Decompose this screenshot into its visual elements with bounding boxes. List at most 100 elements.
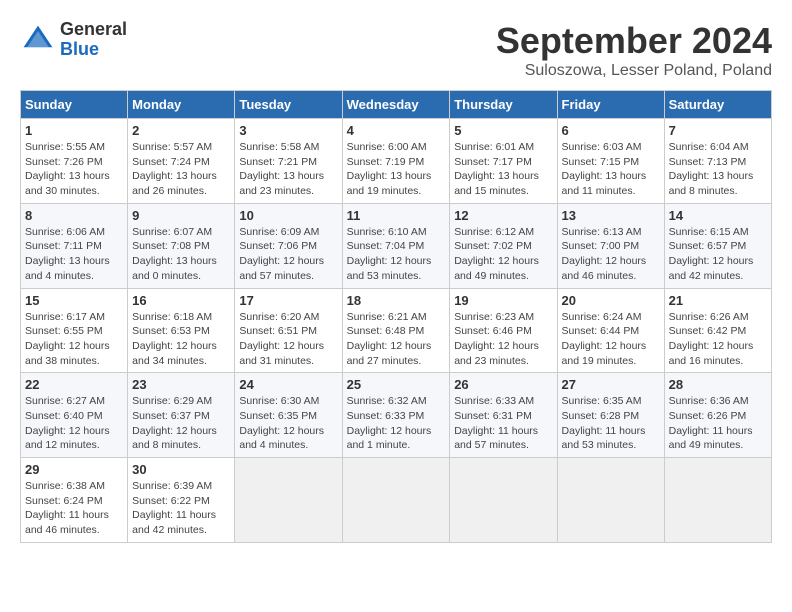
calendar-day-cell: 22 Sunrise: 6:27 AMSunset: 6:40 PMDayligh…	[21, 373, 128, 458]
calendar-header-row: SundayMondayTuesdayWednesdayThursdayFrid…	[21, 91, 772, 119]
day-detail: Sunrise: 6:06 AMSunset: 7:11 PMDaylight:…	[25, 225, 123, 284]
day-detail: Sunrise: 6:18 AMSunset: 6:53 PMDaylight:…	[132, 310, 230, 369]
day-number: 16	[132, 293, 230, 308]
day-detail: Sunrise: 6:29 AMSunset: 6:37 PMDaylight:…	[132, 394, 230, 453]
calendar-day-cell: 29 Sunrise: 6:38 AMSunset: 6:24 PMDayligh…	[21, 458, 128, 543]
day-detail: Sunrise: 6:36 AMSunset: 6:26 PMDaylight:…	[669, 394, 767, 453]
day-detail: Sunrise: 6:07 AMSunset: 7:08 PMDaylight:…	[132, 225, 230, 284]
logo-text: General Blue	[60, 20, 127, 60]
calendar-day-cell: 19Sunrise: 6:23 AMSunset: 6:46 PMDayligh…	[450, 288, 557, 373]
calendar-day-cell: 15 Sunrise: 6:17 AMSunset: 6:55 PMDayligh…	[21, 288, 128, 373]
calendar-day-cell	[557, 458, 664, 543]
calendar-day-cell: 13 Sunrise: 6:13 AMSunset: 7:00 PMDayligh…	[557, 203, 664, 288]
calendar-day-cell: 21 Sunrise: 6:26 AMSunset: 6:42 PMDayligh…	[664, 288, 771, 373]
day-number: 14	[669, 208, 767, 223]
day-detail: Sunrise: 6:20 AMSunset: 6:51 PMDaylight:…	[239, 310, 337, 369]
day-detail: Sunrise: 6:33 AMSunset: 6:31 PMDaylight:…	[454, 394, 552, 453]
calendar-day-cell: 24 Sunrise: 6:30 AMSunset: 6:35 PMDayligh…	[235, 373, 342, 458]
day-number: 12	[454, 208, 552, 223]
day-detail: Sunrise: 6:24 AMSunset: 6:44 PMDaylight:…	[562, 310, 660, 369]
calendar-day-cell: 23 Sunrise: 6:29 AMSunset: 6:37 PMDayligh…	[128, 373, 235, 458]
day-number: 18	[347, 293, 446, 308]
calendar-day-cell: 4 Sunrise: 6:00 AMSunset: 7:19 PMDaylight…	[342, 119, 450, 204]
calendar-day-header: Sunday	[21, 91, 128, 119]
day-number: 11	[347, 208, 446, 223]
day-detail: Sunrise: 6:15 AMSunset: 6:57 PMDaylight:…	[669, 225, 767, 284]
day-detail: Sunrise: 6:09 AMSunset: 7:06 PMDaylight:…	[239, 225, 337, 284]
day-number: 4	[347, 123, 446, 138]
day-detail: Sunrise: 6:12 AMSunset: 7:02 PMDaylight:…	[454, 225, 552, 284]
calendar-week-row: 15 Sunrise: 6:17 AMSunset: 6:55 PMDayligh…	[21, 288, 772, 373]
day-number: 24	[239, 377, 337, 392]
calendar-day-cell: 8 Sunrise: 6:06 AMSunset: 7:11 PMDaylight…	[21, 203, 128, 288]
day-number: 9	[132, 208, 230, 223]
calendar-day-cell: 7 Sunrise: 6:04 AMSunset: 7:13 PMDaylight…	[664, 119, 771, 204]
calendar-day-cell: 17 Sunrise: 6:20 AMSunset: 6:51 PMDayligh…	[235, 288, 342, 373]
title-block: September 2024 Suloszowa, Lesser Poland,…	[496, 20, 772, 80]
calendar-day-cell: 1 Sunrise: 5:55 AMSunset: 7:26 PMDaylight…	[21, 119, 128, 204]
day-detail: Sunrise: 6:27 AMSunset: 6:40 PMDaylight:…	[25, 394, 123, 453]
calendar-week-row: 1 Sunrise: 5:55 AMSunset: 7:26 PMDaylight…	[21, 119, 772, 204]
day-number: 2	[132, 123, 230, 138]
calendar-day-cell: 26 Sunrise: 6:33 AMSunset: 6:31 PMDayligh…	[450, 373, 557, 458]
calendar-day-cell: 5Sunrise: 6:01 AMSunset: 7:17 PMDaylight…	[450, 119, 557, 204]
day-detail: Sunrise: 6:17 AMSunset: 6:55 PMDaylight:…	[25, 310, 123, 369]
calendar-day-cell: 14 Sunrise: 6:15 AMSunset: 6:57 PMDayligh…	[664, 203, 771, 288]
day-number: 26	[454, 377, 552, 392]
calendar-day-cell: 3 Sunrise: 5:58 AMSunset: 7:21 PMDaylight…	[235, 119, 342, 204]
month-title: September 2024	[496, 20, 772, 62]
day-detail: Sunrise: 6:38 AMSunset: 6:24 PMDaylight:…	[25, 479, 123, 538]
day-detail: Sunrise: 6:00 AMSunset: 7:19 PMDaylight:…	[347, 140, 446, 199]
day-detail: Sunrise: 5:57 AMSunset: 7:24 PMDaylight:…	[132, 140, 230, 199]
day-number: 29	[25, 462, 123, 477]
calendar-day-cell	[342, 458, 450, 543]
day-detail: Sunrise: 6:04 AMSunset: 7:13 PMDaylight:…	[669, 140, 767, 199]
calendar-day-header: Friday	[557, 91, 664, 119]
day-number: 17	[239, 293, 337, 308]
day-number: 23	[132, 377, 230, 392]
calendar-day-cell: 30 Sunrise: 6:39 AMSunset: 6:22 PMDayligh…	[128, 458, 235, 543]
calendar-day-cell: 20 Sunrise: 6:24 AMSunset: 6:44 PMDayligh…	[557, 288, 664, 373]
day-number: 21	[669, 293, 767, 308]
page-header: General Blue September 2024 Suloszowa, L…	[20, 20, 772, 80]
day-detail: Sunrise: 6:39 AMSunset: 6:22 PMDaylight:…	[132, 479, 230, 538]
day-detail: Sunrise: 6:21 AMSunset: 6:48 PMDaylight:…	[347, 310, 446, 369]
calendar-day-cell: 25Sunrise: 6:32 AMSunset: 6:33 PMDayligh…	[342, 373, 450, 458]
day-number: 10	[239, 208, 337, 223]
day-detail: Sunrise: 6:01 AMSunset: 7:17 PMDaylight:…	[454, 140, 552, 199]
logo-general: General	[60, 20, 127, 40]
day-number: 30	[132, 462, 230, 477]
calendar-day-cell: 2 Sunrise: 5:57 AMSunset: 7:24 PMDaylight…	[128, 119, 235, 204]
day-detail: Sunrise: 6:32 AMSunset: 6:33 PMDaylight:…	[347, 394, 446, 453]
day-number: 6	[562, 123, 660, 138]
day-detail: Sunrise: 6:26 AMSunset: 6:42 PMDaylight:…	[669, 310, 767, 369]
day-detail: Sunrise: 5:55 AMSunset: 7:26 PMDaylight:…	[25, 140, 123, 199]
day-number: 8	[25, 208, 123, 223]
day-number: 20	[562, 293, 660, 308]
day-number: 27	[562, 377, 660, 392]
day-number: 19	[454, 293, 552, 308]
day-detail: Sunrise: 5:58 AMSunset: 7:21 PMDaylight:…	[239, 140, 337, 199]
calendar-day-header: Monday	[128, 91, 235, 119]
day-number: 22	[25, 377, 123, 392]
day-detail: Sunrise: 6:30 AMSunset: 6:35 PMDaylight:…	[239, 394, 337, 453]
day-number: 28	[669, 377, 767, 392]
calendar-week-row: 29 Sunrise: 6:38 AMSunset: 6:24 PMDayligh…	[21, 458, 772, 543]
day-number: 15	[25, 293, 123, 308]
calendar-body: 1 Sunrise: 5:55 AMSunset: 7:26 PMDaylight…	[21, 119, 772, 543]
calendar-day-cell: 16 Sunrise: 6:18 AMSunset: 6:53 PMDayligh…	[128, 288, 235, 373]
calendar-week-row: 22 Sunrise: 6:27 AMSunset: 6:40 PMDayligh…	[21, 373, 772, 458]
calendar-day-header: Tuesday	[235, 91, 342, 119]
day-number: 3	[239, 123, 337, 138]
calendar-day-cell: 28 Sunrise: 6:36 AMSunset: 6:26 PMDayligh…	[664, 373, 771, 458]
day-number: 13	[562, 208, 660, 223]
day-number: 7	[669, 123, 767, 138]
location: Suloszowa, Lesser Poland, Poland	[496, 62, 772, 80]
logo-blue: Blue	[60, 40, 127, 60]
calendar-day-cell	[235, 458, 342, 543]
day-number: 1	[25, 123, 123, 138]
calendar-day-header: Saturday	[664, 91, 771, 119]
calendar-day-cell	[664, 458, 771, 543]
day-detail: Sunrise: 6:35 AMSunset: 6:28 PMDaylight:…	[562, 394, 660, 453]
day-detail: Sunrise: 6:13 AMSunset: 7:00 PMDaylight:…	[562, 225, 660, 284]
